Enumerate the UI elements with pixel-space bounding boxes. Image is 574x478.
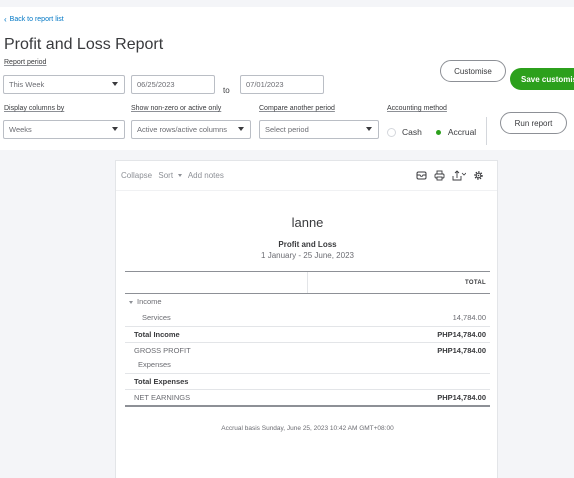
table-row[interactable]: Total Expenses <box>125 373 490 388</box>
report-period-value: This Week <box>9 80 45 89</box>
display-columns-label: Display columns by <box>4 105 65 112</box>
add-notes-button[interactable]: Add notes <box>188 171 224 180</box>
save-customisation-button[interactable]: Save customis <box>510 68 574 90</box>
display-columns-value: Weeks <box>9 125 32 134</box>
report-title: Profit and Loss <box>278 240 337 249</box>
caret-down-icon <box>366 127 372 131</box>
customise-button[interactable]: Customise <box>440 60 506 82</box>
date-from-input[interactable]: 06/25/2023 <box>131 75 215 94</box>
column-header-total[interactable]: TOTAL <box>465 280 486 286</box>
date-to-value: 07/01/2023 <box>246 80 284 89</box>
report-period-select[interactable]: This Week <box>3 75 125 94</box>
print-icon[interactable] <box>434 170 445 181</box>
row-label: Total Income <box>134 330 180 339</box>
display-columns-select[interactable]: Weeks <box>3 120 125 139</box>
caret-down-icon <box>178 174 183 178</box>
collapse-triangle-icon[interactable] <box>129 300 133 304</box>
report-date-range: 1 January - 25 June, 2023 <box>261 251 354 260</box>
export-icon[interactable] <box>452 170 466 181</box>
accrual-radio[interactable] <box>435 129 441 135</box>
table-row[interactable]: NET EARNINGS PHP14,784.00 <box>125 389 490 404</box>
accounting-method-label: Accounting method <box>387 105 447 112</box>
settings-gear-icon[interactable] <box>473 170 484 181</box>
run-report-button[interactable]: Run report <box>500 112 567 134</box>
table-row[interactable]: Total Income PHP14,784.00 <box>125 326 490 341</box>
row-label: GROSS PROFIT <box>134 346 191 355</box>
report-settings-header: ‹ Back to report list Profit and Loss Re… <box>0 7 574 150</box>
table-row[interactable]: Services 14,784.00 <box>125 310 490 325</box>
show-nonzero-value: Active rows/active columns <box>137 125 228 134</box>
page-title: Profit and Loss Report <box>4 36 164 53</box>
chevron-left-icon: ‹ <box>4 15 7 24</box>
company-name: lanne <box>291 215 324 230</box>
sort-label: Sort <box>158 171 174 180</box>
row-label: Expenses <box>138 360 171 369</box>
caret-down-icon <box>238 127 244 131</box>
row-value[interactable]: PHP14,784.00 <box>437 330 486 339</box>
report-panel: Collapse Sort Add notes lanne Profit and… <box>115 160 498 478</box>
divider <box>486 117 487 145</box>
toolbar-divider <box>116 190 497 191</box>
caret-down-icon <box>112 127 118 131</box>
cash-radio-label[interactable]: Cash <box>402 127 422 137</box>
table-row[interactable]: GROSS PROFIT PHP14,784.00 <box>125 342 490 357</box>
accrual-radio-label[interactable]: Accrual <box>448 127 476 137</box>
back-link-label: Back to report list <box>9 16 64 23</box>
report-action-icons <box>416 170 484 181</box>
row-label: NET EARNINGS <box>134 393 191 402</box>
row-label: Income <box>137 297 162 306</box>
row-label: Services <box>142 313 171 322</box>
compare-period-placeholder: Select period <box>265 125 309 134</box>
compare-period-select[interactable]: Select period <box>259 120 379 139</box>
to-label: to <box>223 86 230 95</box>
report-period-label: Report period <box>4 59 47 66</box>
table-row[interactable]: Income <box>125 294 490 309</box>
row-value[interactable]: PHP14,784.00 <box>437 393 486 402</box>
back-to-report-list-link[interactable]: ‹ Back to report list <box>4 15 64 24</box>
top-strip <box>0 0 574 7</box>
collapse-button[interactable]: Collapse <box>121 171 152 180</box>
cash-radio[interactable] <box>387 127 396 137</box>
email-icon[interactable] <box>416 170 427 181</box>
date-from-value: 06/25/2023 <box>137 80 175 89</box>
report-footer-note: Accrual basis Sunday, June 25, 2023 10:4… <box>221 425 394 432</box>
compare-period-label: Compare another period <box>259 105 335 112</box>
accounting-method-radio-group: Cash Accrual <box>387 127 476 137</box>
row-value[interactable]: PHP14,784.00 <box>437 346 486 355</box>
table-row[interactable]: Expenses <box>125 357 490 372</box>
table-bottom-rule <box>125 405 490 407</box>
sort-button[interactable]: Sort <box>158 171 183 180</box>
report-toolbar: Collapse Sort Add notes <box>121 171 228 180</box>
caret-down-icon <box>112 82 118 86</box>
column-separator <box>307 272 308 293</box>
row-value[interactable]: 14,784.00 <box>453 313 486 322</box>
show-nonzero-label: Show non-zero or active only <box>131 105 222 112</box>
date-to-input[interactable]: 07/01/2023 <box>240 75 324 94</box>
row-label: Total Expenses <box>134 377 189 386</box>
show-nonzero-select[interactable]: Active rows/active columns <box>131 120 251 139</box>
